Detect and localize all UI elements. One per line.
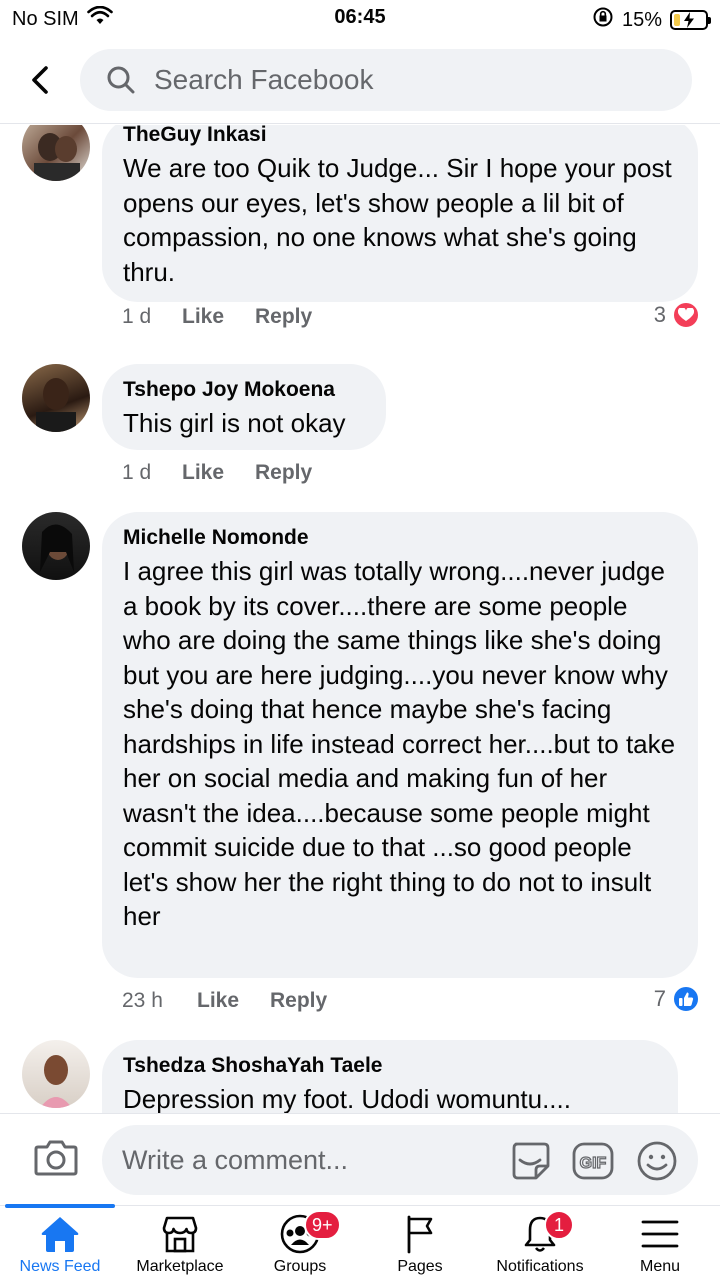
tab-menu[interactable]: Menu (600, 1206, 720, 1280)
home-icon (41, 1217, 79, 1252)
comment-time: 23 h (122, 989, 163, 1012)
comment-text: This girl is not okay (123, 408, 346, 438)
like-reaction-icon (672, 985, 700, 1013)
comment-bubble[interactable]: Michelle Nomonde I agree this girl was t… (102, 512, 698, 978)
search-placeholder: Search Facebook (154, 64, 374, 95)
comment-bubble[interactable]: TheGuy Inkasi We are too Quik to Judge..… (102, 125, 698, 302)
back-button[interactable] (20, 60, 60, 100)
avatar[interactable] (22, 1040, 90, 1108)
comment-composer: Write a comment... GIF (0, 1113, 720, 1205)
tab-label: Marketplace (136, 1258, 224, 1275)
comment-text: Depression my foot. Udodi womuntu.... (123, 1084, 571, 1113)
reaction-count: 3 (653, 302, 666, 327)
reaction-summary[interactable]: 7 (654, 985, 700, 1013)
tab-label: Menu (639, 1258, 681, 1275)
flag-icon (407, 1215, 433, 1254)
avatar[interactable] (22, 364, 90, 432)
tab-label: Groups (273, 1258, 327, 1275)
tab-label: News Feed (19, 1258, 101, 1275)
camera-button[interactable] (34, 1137, 78, 1177)
marketplace-icon (162, 1216, 198, 1253)
comment-author[interactable]: Tshepo Joy Mokoena (123, 378, 364, 402)
comment-time: 1 d (122, 461, 152, 484)
svg-text:GIF: GIF (580, 1155, 607, 1172)
notifications-badge: 1 (544, 1210, 574, 1240)
comment-bubble[interactable]: Tshedza ShoshaYah Taele Depression my fo… (102, 1040, 678, 1113)
reply-button[interactable]: Reply (270, 989, 327, 1013)
like-button[interactable]: Like (182, 461, 255, 485)
status-bar: No SIM 06:45 15% (0, 0, 720, 40)
chevron-left-icon (32, 66, 48, 94)
comment-author[interactable]: Tshedza ShoshaYah Taele (123, 1054, 656, 1078)
tab-label: Notifications (496, 1258, 584, 1275)
comment-author[interactable]: TheGuy Inkasi (123, 125, 676, 147)
header: Search Facebook (0, 40, 720, 124)
tab-label: Pages (397, 1258, 443, 1275)
search-input[interactable]: Search Facebook (80, 49, 692, 111)
reaction-summary[interactable]: 3 (654, 301, 700, 329)
comment-text: We are too Quik to Judge... Sir I hope y… (123, 153, 679, 287)
avatar[interactable] (22, 125, 90, 181)
active-tab-indicator (5, 1204, 115, 1208)
battery-percent: 15% (621, 8, 662, 31)
groups-badge: 9+ (304, 1210, 341, 1240)
comment-input[interactable]: Write a comment... GIF (102, 1125, 698, 1195)
sticker-icon[interactable] (510, 1140, 552, 1182)
comment-time: 1 d (122, 305, 152, 328)
status-right: 15% (592, 6, 711, 34)
comment-actions: 1 d Like Reply (122, 461, 312, 485)
tab-pages[interactable]: Pages (360, 1206, 480, 1280)
bottom-tab-bar: News Feed Marketplace 9+ Groups Pages 1 … (0, 1204, 720, 1280)
comment-actions: 23 h Like Reply (122, 989, 327, 1013)
battery-icon (670, 10, 711, 30)
tab-marketplace[interactable]: Marketplace (120, 1206, 240, 1280)
comments-list[interactable]: TheGuy Inkasi We are too Quik to Judge..… (0, 125, 720, 1113)
orientation-lock-icon (592, 6, 614, 34)
tab-notifications[interactable]: 1 Notifications (480, 1206, 600, 1280)
search-icon (107, 66, 135, 94)
comment-author[interactable]: Michelle Nomonde (123, 526, 676, 550)
reply-button[interactable]: Reply (255, 461, 312, 485)
heart-reaction-icon (672, 301, 700, 329)
comment-actions: 1 d Like Reply (122, 305, 312, 329)
emoji-icon[interactable] (636, 1140, 678, 1182)
camera-icon (34, 1140, 78, 1176)
comment-placeholder: Write a comment... (122, 1144, 349, 1175)
like-button[interactable]: Like (197, 989, 270, 1013)
avatar[interactable] (22, 512, 90, 580)
comment-bubble[interactable]: Tshepo Joy Mokoena This girl is not okay (102, 364, 386, 450)
tab-news-feed[interactable]: News Feed (0, 1204, 120, 1280)
reaction-count: 7 (653, 986, 666, 1011)
like-button[interactable]: Like (182, 305, 255, 329)
tab-groups[interactable]: 9+ Groups (240, 1206, 360, 1280)
comment-text: I agree this girl was totally wrong....n… (123, 556, 683, 931)
gif-icon[interactable]: GIF (572, 1140, 614, 1182)
reply-button[interactable]: Reply (255, 305, 312, 329)
menu-icon (641, 1220, 679, 1248)
